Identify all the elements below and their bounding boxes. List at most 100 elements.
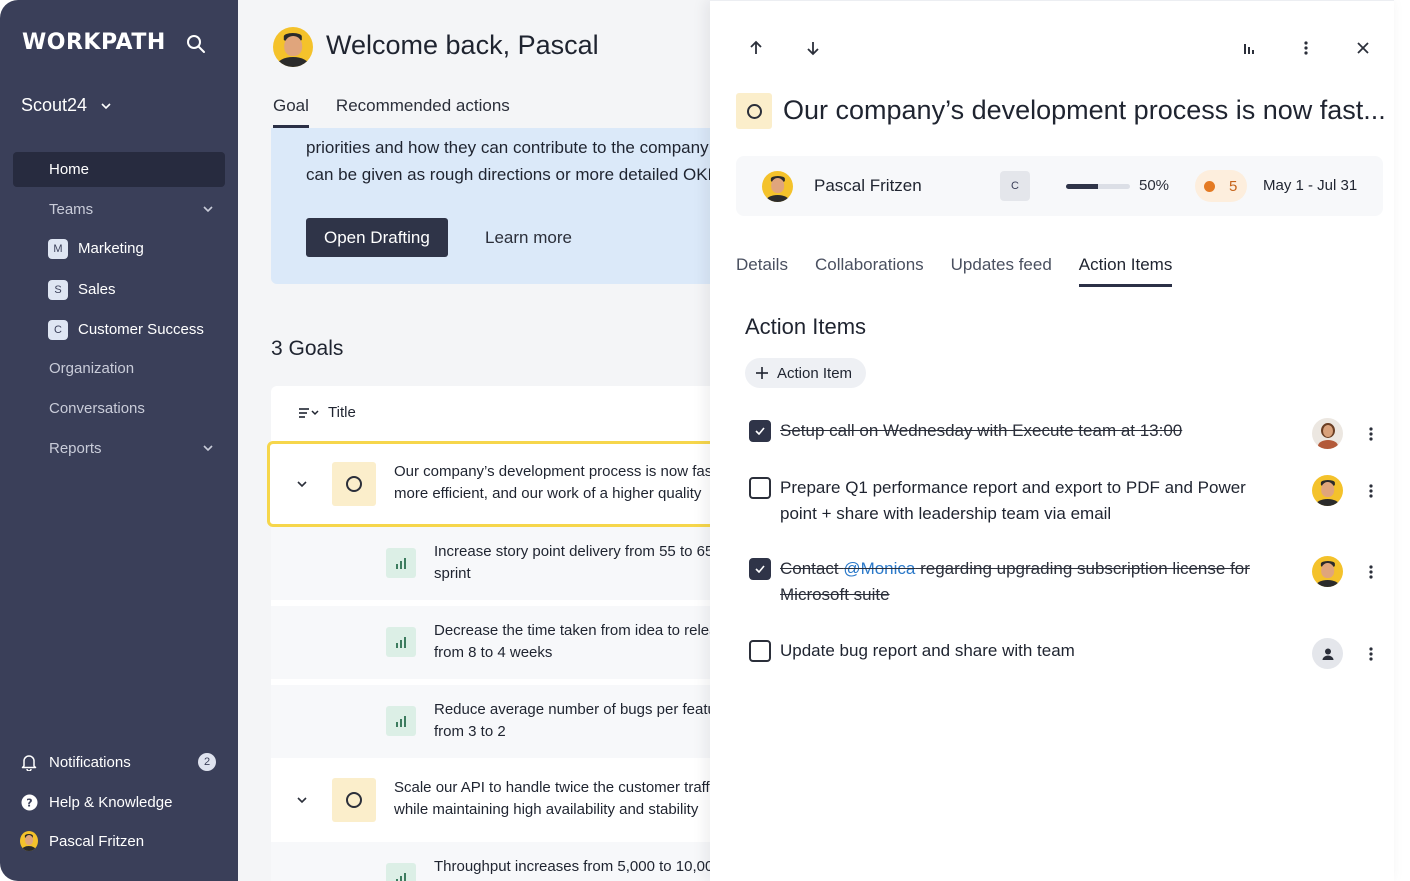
sidebar-team-customer-success[interactable]: C Customer Success (13, 312, 225, 347)
goal-detail-title: Our company’s development process is now… (783, 95, 1386, 125)
goal-title-line: Scale our API to handle twice the custom… (394, 779, 710, 796)
add-action-item-label: Action Item (777, 364, 853, 382)
action-item-text[interactable]: Prepare Q1 performance report and export… (780, 475, 1280, 527)
sidebar-team-sales[interactable]: S Sales (13, 272, 225, 307)
table-row[interactable]: Decrease the time taken from idea to rel… (271, 606, 710, 682)
sidebar-user-profile[interactable]: Pascal Fritzen (20, 829, 220, 853)
chevron-down-icon (203, 445, 213, 452)
goals-page: Welcome back, Pascal Goal Recommended ac… (238, 0, 710, 881)
table-row[interactable]: Throughput increases from 5,000 to 10,00… (271, 842, 710, 881)
unassigned-user-icon[interactable] (1312, 638, 1343, 669)
sidebar-item-reports[interactable]: Reports (13, 431, 225, 466)
main-tabs: Goal Recommended actions (273, 96, 510, 128)
tab-details[interactable]: Details (736, 255, 788, 287)
tab-collaborations[interactable]: Collaborations (815, 255, 924, 287)
arrow-down-icon[interactable] (802, 37, 824, 59)
workspace-name: Scout24 (21, 95, 88, 115)
sidebar-item-conversations[interactable]: Conversations (13, 391, 225, 426)
avatar (273, 27, 313, 67)
sidebar-item-label: Notifications (49, 753, 131, 771)
action-item-text[interactable]: Update bug report and share with team (780, 638, 1280, 664)
learn-more-link[interactable]: Learn more (485, 228, 572, 248)
key-result-icon (386, 706, 416, 736)
more-vertical-icon[interactable] (1364, 481, 1378, 501)
action-item-checkbox[interactable] (749, 558, 771, 580)
workpath-logo[interactable]: WORKPATH (22, 30, 166, 55)
sidebar-notifications[interactable]: Notifications 2 (20, 750, 220, 774)
action-item-text[interactable]: Contact @Monica regarding upgrading subs… (780, 556, 1280, 608)
key-result-line: Throughput increases from 5,000 to 10,00… (434, 858, 710, 875)
goal-objective-icon (332, 462, 376, 506)
search-icon[interactable] (186, 34, 206, 54)
key-result-title: Throughput increases from 5,000 to 10,00… (434, 856, 710, 878)
progress-fill (1066, 184, 1098, 189)
key-result-line: from 8 to 4 weeks (434, 644, 553, 661)
chevron-down-icon[interactable] (295, 477, 309, 491)
more-vertical-icon[interactable] (1295, 37, 1317, 59)
close-icon[interactable] (1352, 37, 1374, 59)
sidebar: WORKPATH Scout24 Home Teams M Marketing … (0, 0, 238, 881)
key-result-line: Decrease the time taken from idea to rel… (434, 622, 710, 639)
action-item-checkbox[interactable] (749, 477, 771, 499)
more-vertical-icon[interactable] (1364, 424, 1378, 444)
tab-recommended-actions[interactable]: Recommended actions (336, 96, 510, 128)
bell-icon (20, 753, 38, 771)
goal-objective-icon (332, 778, 376, 822)
open-drafting-button[interactable]: Open Drafting (306, 218, 448, 257)
action-item-checkbox[interactable] (749, 640, 771, 662)
sidebar-item-teams[interactable]: Teams (13, 192, 225, 227)
avatar[interactable] (1312, 475, 1343, 506)
table-header-title[interactable]: Title (298, 404, 356, 421)
avatar[interactable] (1312, 418, 1343, 449)
tab-action-items[interactable]: Action Items (1078, 255, 1173, 287)
section-title: Action Items (745, 314, 867, 339)
column-header-label: Title (328, 404, 356, 421)
action-count: 5 (1229, 177, 1238, 195)
more-vertical-icon[interactable] (1364, 562, 1378, 582)
workspace-switcher[interactable]: Scout24 (21, 95, 111, 116)
user-mention-link[interactable]: @Monica (843, 559, 915, 578)
bar-chart-icon[interactable] (1238, 37, 1260, 59)
sidebar-item-label: Pascal Fritzen (49, 832, 145, 850)
key-result-line: Increase story point delivery from 55 to… (434, 543, 710, 560)
page-title: Welcome back, Pascal (326, 30, 599, 60)
sidebar-help[interactable]: ? Help & Knowledge (20, 790, 220, 814)
sidebar-team-marketing[interactable]: M Marketing (13, 231, 225, 266)
svg-text:?: ? (26, 796, 32, 809)
goal-objective-icon (736, 93, 772, 129)
team-badge[interactable]: C (1000, 171, 1030, 201)
goal-date-range[interactable]: May 1 - Jul 31 (1263, 177, 1357, 194)
table-row[interactable]: Increase story point delivery from 55 to… (271, 527, 710, 603)
team-badge: S (48, 279, 68, 300)
sort-icon (299, 407, 319, 418)
sidebar-item-label: Home (49, 161, 90, 178)
goals-table: Title Our company’s development process … (267, 386, 710, 881)
goal-owner-name[interactable]: Pascal Fritzen (814, 176, 922, 196)
sidebar-item-label: Reports (49, 440, 102, 457)
goal-title: Our company’s development process is now… (394, 461, 710, 505)
avatar (20, 831, 38, 851)
more-vertical-icon[interactable] (1364, 644, 1378, 664)
add-action-item-button[interactable]: Action Item (745, 358, 867, 388)
plus-icon (756, 367, 768, 379)
sidebar-item-label: Sales (78, 281, 116, 298)
key-result-icon (386, 863, 416, 881)
notification-count-badge: 2 (198, 753, 216, 771)
action-item-checkbox[interactable] (749, 420, 771, 442)
action-item-text[interactable]: Setup call on Wednesday with Execute tea… (780, 418, 1280, 444)
goal-meta-bar: Pascal Fritzen C 50% 5 May 1 - Jul 31 (736, 156, 1383, 216)
action-count-badge[interactable]: 5 (1195, 170, 1247, 202)
table-row[interactable]: Reduce average number of bugs per featur… (271, 685, 710, 761)
table-row[interactable]: Our company’s development process is now… (267, 441, 710, 527)
chevron-down-icon[interactable] (295, 793, 309, 807)
tab-goal[interactable]: Goal (273, 96, 309, 128)
table-row[interactable]: Scale our API to handle twice the custom… (271, 764, 710, 842)
tab-updates-feed[interactable]: Updates feed (951, 255, 1052, 287)
sidebar-item-organization[interactable]: Organization (13, 351, 225, 386)
check-icon (755, 427, 765, 435)
sidebar-item-home[interactable]: Home (13, 152, 225, 187)
arrow-up-icon[interactable] (745, 37, 767, 59)
key-result-title: Reduce average number of bugs per featur… (434, 699, 710, 743)
avatar[interactable] (1312, 556, 1343, 587)
goal-detail-panel: Our company’s development process is now… (710, 0, 1394, 881)
